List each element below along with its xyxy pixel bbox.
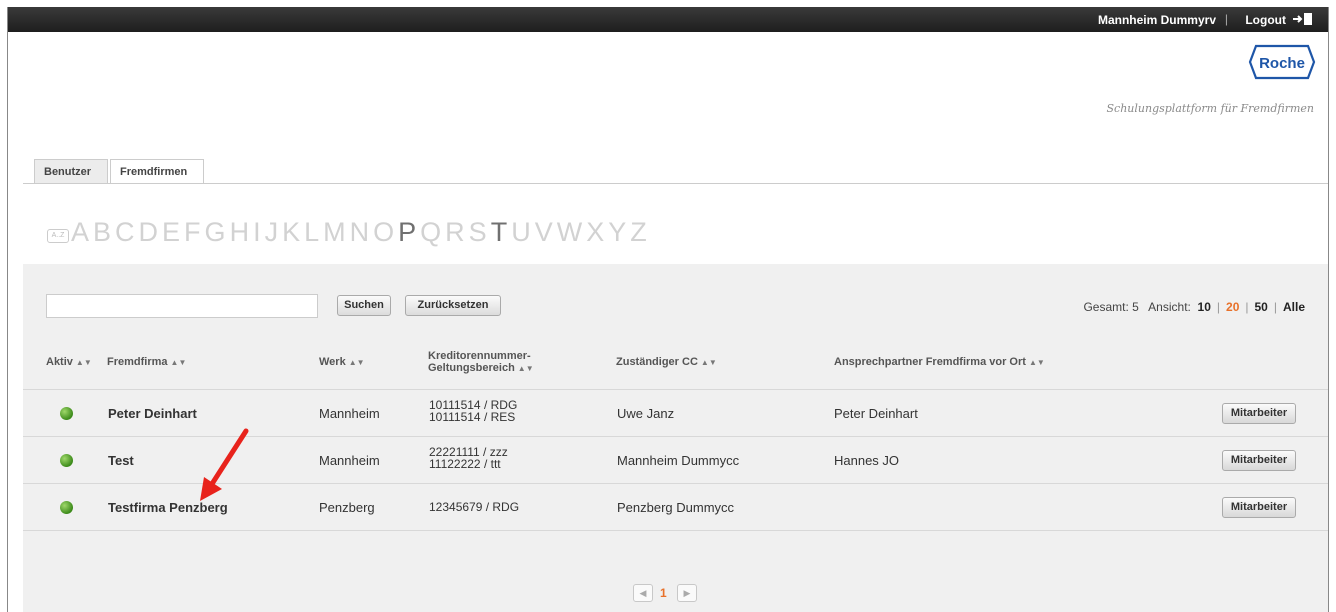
active-status-icon	[60, 501, 73, 514]
letter-filter-f[interactable]: F	[184, 217, 203, 247]
top-bar: Mannheim Dummyrv | Logout	[8, 7, 1328, 32]
page-size-all[interactable]: Alle	[1283, 300, 1305, 314]
letter-list: ABCDEFGHIJKLMNOPQRSTUVWXYZ	[71, 217, 651, 248]
letter-filter-e[interactable]: E	[162, 217, 182, 247]
mitarbeiter-button[interactable]: Mitarbeiter	[1222, 450, 1296, 471]
letter-filter-z[interactable]: Z	[630, 217, 649, 247]
page-size-50[interactable]: 50	[1255, 300, 1268, 314]
column-header-kreditorennummer[interactable]: Kreditorennummer- Geltungsbereich ▲▼	[428, 350, 534, 375]
page-size-selector: Gesamt: 5 Ansicht: 10 | 20 | 50 | Alle	[1083, 300, 1305, 314]
next-page-icon[interactable]: ▶	[677, 584, 697, 602]
letter-filter-q[interactable]: Q	[420, 217, 443, 247]
letter-filter-l[interactable]: L	[304, 217, 321, 247]
column-header-aktiv[interactable]: Aktiv ▲▼	[46, 356, 92, 368]
werk-cell: Mannheim	[319, 406, 380, 421]
az-icon[interactable]: A..Z	[47, 229, 69, 243]
company-name[interactable]: Peter Deinhart	[108, 406, 197, 421]
search-input[interactable]	[46, 294, 318, 318]
letter-filter-s[interactable]: S	[469, 217, 489, 247]
letter-filter-y[interactable]: Y	[608, 217, 628, 247]
mitarbeiter-button[interactable]: Mitarbeiter	[1222, 403, 1296, 424]
prev-page-icon[interactable]: ◀	[633, 584, 653, 602]
column-header-werk[interactable]: Werk ▲▼	[319, 356, 365, 368]
platform-tagline: Schulungsplattform für Fremdfirmen	[1106, 102, 1314, 115]
main-content: A..Z ABCDEFGHIJKLMNOPQRSTUVWXYZ Suchen Z…	[23, 183, 1328, 612]
sort-icon: ▲▼	[700, 358, 717, 367]
pipe-separator: |	[1273, 300, 1277, 314]
werk-cell: Mannheim	[319, 453, 380, 468]
search-button[interactable]: Suchen	[337, 295, 391, 316]
reset-button[interactable]: Zurücksetzen	[405, 295, 501, 316]
column-header-ansprechpartner[interactable]: Ansprechpartner Fremdfirma vor Ort ▲▼	[834, 356, 1045, 368]
page-number[interactable]: 1	[660, 586, 667, 600]
letter-filter-n[interactable]: N	[350, 217, 372, 247]
letter-filter-t[interactable]: T	[491, 217, 510, 247]
kreditor-cell: 22221111 / zzz 11122222 / ttt	[429, 445, 508, 471]
letter-filter-g[interactable]: G	[205, 217, 228, 247]
letter-filter-i[interactable]: I	[253, 217, 263, 247]
letter-filter-x[interactable]: X	[586, 217, 606, 247]
mitarbeiter-button[interactable]: Mitarbeiter	[1222, 497, 1296, 518]
table-header: Aktiv ▲▼ Fremdfirma ▲▼ Werk ▲▼ Kreditorennu…	[23, 344, 1328, 390]
red-annotation-arrow-icon	[200, 428, 249, 501]
current-user-name[interactable]: Mannheim Dummyrv	[1098, 13, 1216, 27]
column-header-fremdfirma[interactable]: Fremdfirma ▲▼	[107, 356, 186, 368]
letter-filter-d[interactable]: D	[139, 217, 161, 247]
active-status-icon	[60, 454, 73, 467]
page-size-20[interactable]: 20	[1226, 300, 1239, 314]
contact-cell: Hannes JO	[834, 453, 900, 468]
letter-filter-m[interactable]: M	[323, 217, 348, 247]
topbar-separator: |	[1224, 12, 1228, 26]
werk-cell: Penzberg	[319, 500, 375, 515]
column-header-zustaendiger-cc[interactable]: Zuständiger CC ▲▼	[616, 356, 717, 368]
sort-icon: ▲▼	[517, 364, 534, 373]
company-name[interactable]: Test	[108, 453, 134, 468]
cc-cell: Uwe Janz	[617, 406, 675, 421]
pipe-separator: |	[1216, 300, 1221, 314]
sort-icon: ▲▼	[1028, 358, 1045, 367]
logo-text: Roche	[1259, 55, 1305, 72]
kreditor-cell: 12345679 / RDG	[429, 500, 520, 514]
letter-filter-w[interactable]: W	[557, 217, 584, 247]
letter-filter-j[interactable]: J	[265, 217, 281, 247]
letter-filter-u[interactable]: U	[511, 217, 533, 247]
contact-cell: Peter Deinhart	[834, 406, 918, 421]
letter-filter-b[interactable]: B	[93, 217, 113, 247]
alphabet-filter: A..Z ABCDEFGHIJKLMNOPQRSTUVWXYZ	[23, 184, 1328, 264]
app-frame: Mannheim Dummyrv | Logout Roche Schulung…	[7, 7, 1329, 612]
total-count: Gesamt: 5	[1083, 300, 1139, 314]
letter-filter-v[interactable]: V	[535, 217, 555, 247]
letter-filter-a[interactable]: A	[71, 217, 91, 247]
pipe-separator: |	[1245, 300, 1249, 314]
letter-filter-r[interactable]: R	[445, 217, 467, 247]
letter-filter-c[interactable]: C	[115, 217, 137, 247]
letter-filter-h[interactable]: H	[230, 217, 252, 247]
tab-benutzer[interactable]: Benutzer	[34, 159, 108, 184]
logout-link[interactable]: Logout	[1245, 13, 1286, 27]
sort-icon: ▲▼	[170, 358, 187, 367]
letter-filter-k[interactable]: K	[282, 217, 302, 247]
view-label: Ansicht:	[1148, 300, 1191, 314]
cc-cell: Penzberg Dummycc	[617, 500, 735, 515]
page-size-10[interactable]: 10	[1198, 300, 1211, 314]
kreditor-cell: 10111514 / RDG 10111514 / RES	[429, 398, 518, 424]
tab-fremdfirmen[interactable]: Fremdfirmen	[110, 159, 204, 185]
letter-filter-o[interactable]: O	[373, 217, 396, 247]
active-status-icon	[60, 407, 73, 420]
sort-icon: ▲▼	[348, 358, 365, 367]
logout-icon[interactable]	[1292, 12, 1314, 26]
cc-cell: Mannheim Dummycc	[617, 453, 740, 468]
roche-logo: Roche	[1248, 44, 1316, 80]
letter-filter-p[interactable]: P	[398, 217, 418, 247]
sort-icon: ▲▼	[75, 358, 92, 367]
